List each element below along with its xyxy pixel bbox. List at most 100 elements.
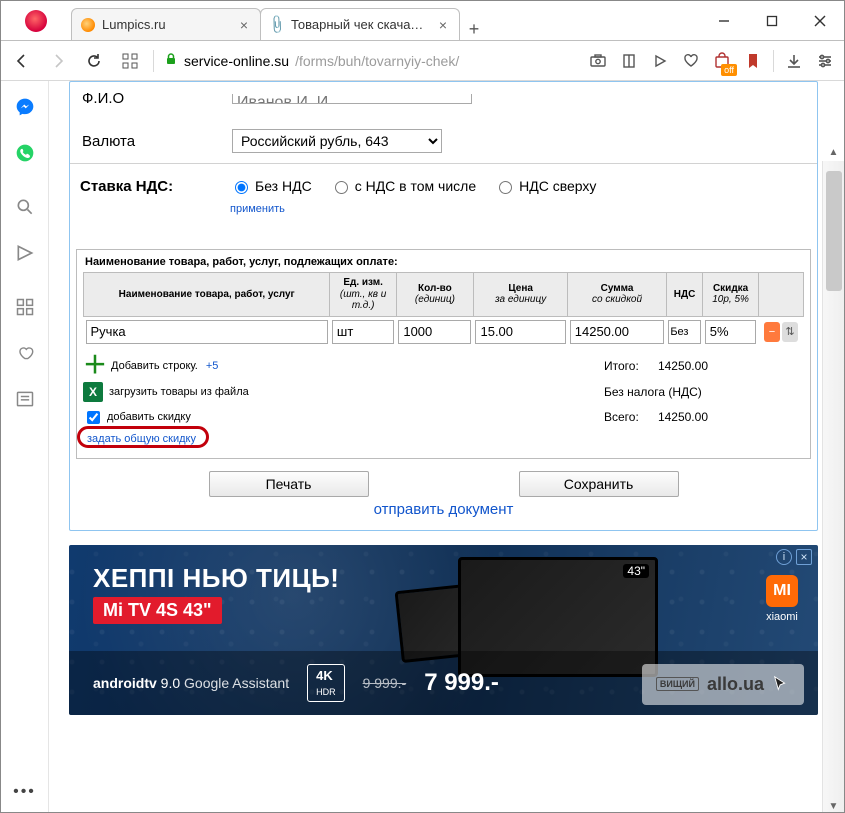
- plus-icon[interactable]: ＋: [83, 356, 105, 376]
- opera-icon: [25, 10, 47, 32]
- off-badge: off: [721, 64, 737, 76]
- ad-allo-badge: ВИЩИЙ: [656, 677, 699, 691]
- add-five-link[interactable]: +5: [206, 360, 219, 372]
- nds-option-top[interactable]: НДС сверху: [494, 178, 596, 194]
- add-discount-label: добавить скидку: [107, 411, 191, 423]
- form-section: Ф.И.О Иванов И. И. Валюта Российский руб…: [70, 82, 817, 231]
- tab-close-button[interactable]: ×: [236, 16, 252, 34]
- nav-reload-button[interactable]: [81, 48, 107, 74]
- sidebar-flow[interactable]: [5, 233, 45, 273]
- extension-bookmark-icon[interactable]: [742, 50, 764, 72]
- easy-setup-icon[interactable]: [814, 50, 836, 72]
- add-discount-checkbox[interactable]: [87, 411, 100, 424]
- cell-nds-input[interactable]: [668, 320, 700, 344]
- ad-new-price: 7 999.-: [424, 669, 499, 697]
- lock-icon: [164, 52, 178, 69]
- ad-allo-button[interactable]: ВИЩИЙ allo.ua: [642, 664, 804, 705]
- nds-apply-link[interactable]: применить: [230, 203, 807, 215]
- tab-close-button[interactable]: ×: [435, 16, 451, 34]
- window-minimize-button[interactable]: [700, 1, 748, 40]
- save-button[interactable]: Сохранить: [519, 471, 679, 497]
- ad-close-button[interactable]: ×: [796, 549, 812, 565]
- action-buttons: Печать Сохранить: [70, 471, 817, 497]
- cell-unit-input[interactable]: [332, 320, 394, 344]
- currency-select[interactable]: Российский рубль, 643: [232, 129, 442, 153]
- th-unit: Ед. изм.(шт., кв и т.д.): [330, 273, 396, 317]
- goods-table: Наименование товара, работ, услуг Ед. из…: [83, 272, 804, 347]
- sidebar-messenger[interactable]: [5, 87, 45, 127]
- load-from-file-link[interactable]: загрузить товары из файла: [109, 386, 249, 398]
- play-icon[interactable]: [649, 50, 671, 72]
- new-tab-button[interactable]: +: [459, 19, 489, 40]
- nav-back-button[interactable]: [9, 48, 35, 74]
- th-sum: Суммасо скидкой: [568, 273, 667, 317]
- browser-sidebar: •••: [1, 81, 49, 812]
- tab-title: Товарный чек скачать, ра: [291, 17, 429, 32]
- sidebar-bookmarks[interactable]: [5, 333, 45, 373]
- th-actions: [758, 273, 803, 317]
- row-move-button[interactable]: ⇅: [782, 322, 798, 342]
- ad-info-button[interactable]: i: [776, 549, 792, 565]
- window-maximize-button[interactable]: [748, 1, 796, 40]
- nds-option-incl[interactable]: с НДС в том числе: [330, 178, 476, 194]
- sidebar-speed-dial[interactable]: [5, 287, 45, 327]
- download-icon[interactable]: [783, 50, 805, 72]
- scroll-thumb[interactable]: [826, 171, 842, 291]
- sidebar-whatsapp[interactable]: [5, 133, 45, 173]
- nds-radio-none[interactable]: [235, 181, 248, 194]
- tab-title: Lumpics.ru: [102, 17, 230, 32]
- screenshot-icon[interactable]: [587, 50, 609, 72]
- add-row-link[interactable]: Добавить строку.: [111, 360, 198, 372]
- nds-options: Без НДС с НДС в том числе НДС сверху: [230, 178, 596, 194]
- fio-value: Иванов И. И.: [237, 94, 333, 104]
- send-document-link[interactable]: отправить документ: [70, 501, 817, 518]
- ad-banner[interactable]: i × ХЕППІ НЬЮ ТИЦЬ! Mi TV 4S 43" MI xiao…: [69, 545, 818, 715]
- row-delete-button[interactable]: −: [764, 322, 780, 342]
- favicon-lumpics: [80, 17, 96, 33]
- cell-qty-input[interactable]: [398, 320, 471, 344]
- under-table: ＋ Добавить строку. +5 Итого:14250.00 X з…: [83, 353, 804, 448]
- itogo-value: 14250.00: [658, 359, 708, 373]
- tab-tovarnyy-chek[interactable]: 📎 Товарный чек скачать, ра ×: [260, 8, 460, 40]
- page-content: Ф.И.О Иванов И. И. Валюта Российский руб…: [69, 81, 818, 812]
- cell-sum-input[interactable]: [570, 320, 665, 344]
- url-domain: service-online.su: [184, 53, 289, 69]
- label-currency: Валюта: [82, 133, 232, 150]
- cell-disc-input[interactable]: [705, 320, 757, 344]
- separator: [153, 50, 154, 72]
- mi-icon: MI: [766, 575, 798, 607]
- divider: [70, 163, 817, 164]
- scroll-up-arrow[interactable]: ▲: [823, 147, 844, 158]
- sidebar-news[interactable]: [5, 379, 45, 419]
- opera-menu-button[interactable]: [1, 1, 71, 40]
- url-box[interactable]: service-online.su/forms/buh/tovarnyiy-ch…: [164, 52, 577, 69]
- ad-tv-size: 43": [623, 564, 649, 578]
- cell-name-input[interactable]: [86, 320, 328, 344]
- window-close-button[interactable]: [796, 1, 844, 40]
- separator: [773, 50, 774, 72]
- sidebar-more[interactable]: •••: [5, 772, 45, 812]
- favicon-service-online: 📎: [266, 13, 289, 36]
- print-button[interactable]: Печать: [209, 471, 369, 497]
- address-bar: service-online.su/forms/buh/tovarnyiy-ch…: [1, 41, 844, 81]
- ad-product: Mi TV 4S 43": [93, 597, 222, 624]
- window-controls: [700, 1, 844, 40]
- page-scrollbar[interactable]: ▲ ▼: [822, 161, 844, 812]
- set-total-discount-link[interactable]: задать общую скидку: [83, 433, 200, 445]
- scroll-down-arrow[interactable]: ▼: [823, 801, 844, 812]
- bookmark-icon[interactable]: [618, 50, 640, 72]
- shopping-icon[interactable]: off: [711, 50, 733, 72]
- nds-radio-incl[interactable]: [335, 181, 348, 194]
- tab-lumpics[interactable]: Lumpics.ru ×: [71, 8, 261, 40]
- cell-price-input[interactable]: [475, 320, 565, 344]
- th-nds: НДС: [666, 273, 702, 317]
- excel-icon[interactable]: X: [83, 382, 103, 402]
- nds-option-none[interactable]: Без НДС: [230, 178, 312, 194]
- sidebar-search[interactable]: [5, 187, 45, 227]
- nds-radio-top[interactable]: [499, 181, 512, 194]
- speed-dial-button[interactable]: [117, 48, 143, 74]
- ad-old-price: 9 999.-: [363, 675, 407, 691]
- goods-block: Наименование товара, работ, услуг, подле…: [76, 249, 811, 459]
- nav-forward-button[interactable]: [45, 48, 71, 74]
- heart-icon[interactable]: [680, 50, 702, 72]
